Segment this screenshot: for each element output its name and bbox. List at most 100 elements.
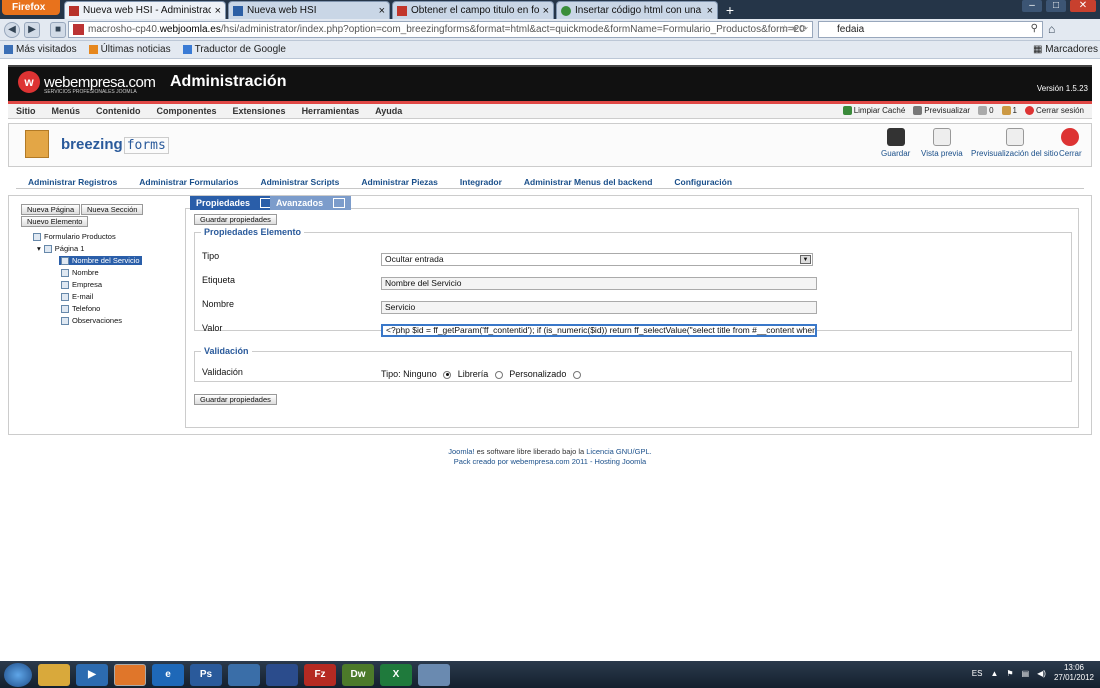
dreamweaver-icon[interactable]: Dw xyxy=(342,663,374,686)
bookmark-mas-visitados[interactable]: Más visitados xyxy=(4,44,77,55)
photoshop-icon[interactable]: Ps xyxy=(190,663,222,686)
firefox-menu-button[interactable]: Firefox xyxy=(2,0,60,15)
new-tab-button[interactable]: + xyxy=(720,1,740,19)
submenu-registros[interactable]: Administrar Registros xyxy=(28,177,117,187)
url-bar[interactable]: macrosho-cp40. webjoomla.es/hsi/administr… xyxy=(68,21,813,38)
etiqueta-input[interactable]: Nombre del Servicio xyxy=(381,277,817,290)
menu-ayuda[interactable]: Ayuda xyxy=(375,106,402,116)
webempresa-logo[interactable]: w webempresa.com SERVICIOS PROFESIONALES… xyxy=(18,71,156,95)
language-indicator[interactable]: ES xyxy=(972,669,983,678)
tree-form[interactable]: Formulario Productos xyxy=(33,232,116,241)
cerrar-sesion-link[interactable]: Cerrar sesión xyxy=(1024,106,1084,115)
licencia-link[interactable]: Licencia GNU/GPL. xyxy=(586,447,651,456)
media-player-icon[interactable]: ▶ xyxy=(76,663,108,686)
guardar-propiedades-button-bottom[interactable]: Guardar propiedades xyxy=(194,394,277,405)
messages-count[interactable]: 0 xyxy=(978,106,994,115)
menu-herramientas[interactable]: Herramientas xyxy=(302,106,360,116)
tree-item-observaciones[interactable]: Observaciones xyxy=(61,316,122,325)
firefox-icon[interactable] xyxy=(114,663,146,686)
nombre-input[interactable]: Servicio xyxy=(381,301,817,314)
clock[interactable]: 13:06 27/01/2012 xyxy=(1054,663,1094,683)
start-button-icon[interactable] xyxy=(4,662,32,687)
bookmark-star-icon[interactable]: ☆ ▾ ⟳ xyxy=(780,24,808,35)
menu-sitio[interactable]: Sitio xyxy=(16,106,36,116)
identity-icon[interactable]: ■ xyxy=(50,21,66,38)
limpiar-cache-link[interactable]: Limpiar Caché xyxy=(842,106,905,115)
guardar-button[interactable]: Guardar xyxy=(881,128,910,158)
close-window-icon[interactable]: ✕ xyxy=(1070,0,1096,12)
vista-previa-button[interactable]: Vista previa xyxy=(921,128,963,158)
webempresa-favicon-icon xyxy=(397,5,407,16)
forward-icon[interactable]: ▶ xyxy=(24,21,40,38)
nueva-seccion-button[interactable]: Nueva Sección xyxy=(81,204,144,215)
nuevo-elemento-button[interactable]: Nuevo Elemento xyxy=(21,216,89,227)
tree-item-nombre-servicio[interactable]: Nombre del Servicio xyxy=(59,256,142,265)
previsualizar-link[interactable]: Previsualizar xyxy=(913,106,970,115)
network-tray-icon[interactable]: ▤ xyxy=(1022,669,1030,678)
minimize-icon[interactable]: – xyxy=(1022,0,1042,12)
excel-icon[interactable]: X xyxy=(380,663,412,686)
tree-item-email[interactable]: E-mail xyxy=(61,292,93,301)
submenu-piezas[interactable]: Administrar Piezas xyxy=(361,177,438,187)
expand-icon[interactable]: ▾ xyxy=(37,244,41,253)
submenu-scripts[interactable]: Administrar Scripts xyxy=(260,177,339,187)
tree-item-telefono[interactable]: Telefono xyxy=(61,304,100,313)
users-count[interactable]: 1 xyxy=(1001,106,1017,115)
tab-insertar-codigo[interactable]: Insertar código html con una imagen... × xyxy=(556,1,718,19)
joomla-link[interactable]: Joomla! xyxy=(448,447,474,456)
maximize-icon[interactable]: □ xyxy=(1046,0,1066,12)
chevron-down-icon[interactable]: ▼ xyxy=(800,255,811,264)
submenu-integrador[interactable]: Integrador xyxy=(460,177,502,187)
close-tab-icon[interactable]: × xyxy=(707,5,713,17)
close-tab-icon[interactable]: × xyxy=(215,5,221,17)
submenu-configuracion[interactable]: Configuración xyxy=(674,177,732,187)
home-icon[interactable]: ⌂ xyxy=(1048,22,1055,36)
nombre-label: Nombre xyxy=(202,299,235,309)
app-icon[interactable] xyxy=(418,663,450,686)
cerrar-button[interactable]: Cerrar xyxy=(1059,128,1082,158)
radio-libreria[interactable] xyxy=(494,370,503,379)
url-path: /hsi/administrator/index.php?option=com_… xyxy=(220,24,805,35)
tree-page[interactable]: ▾ Página 1 xyxy=(37,244,84,253)
tray-arrow-icon[interactable]: ▲ xyxy=(990,669,998,678)
menu-contenido[interactable]: Contenido xyxy=(96,106,141,116)
bookmark-traductor[interactable]: Traductor de Google xyxy=(182,44,286,55)
close-icon xyxy=(1061,128,1080,146)
guardar-propiedades-button[interactable]: Guardar propiedades xyxy=(194,214,277,225)
tab-nueva-web[interactable]: Nueva web HSI × xyxy=(228,1,390,19)
submenu-formularios[interactable]: Administrar Formularios xyxy=(139,177,238,187)
remote-desktop-icon[interactable] xyxy=(266,663,298,686)
search-icon[interactable]: ⚲ xyxy=(1031,23,1038,34)
menu-extensiones[interactable]: Extensiones xyxy=(233,106,286,116)
tree-item-empresa[interactable]: Empresa xyxy=(61,280,102,289)
tree-item-nombre[interactable]: Nombre xyxy=(61,268,99,277)
valor-input[interactable]: <?php $id = ff_getParam('ff_contentid');… xyxy=(381,324,817,337)
tab-administracion[interactable]: Nueva web HSI - Administración × xyxy=(64,1,226,19)
bookmark-ultimas-noticias[interactable]: Últimas noticias xyxy=(88,44,171,55)
back-icon[interactable]: ◀ xyxy=(4,21,20,38)
menu-componentes[interactable]: Componentes xyxy=(157,106,217,116)
tab-obtener-campo[interactable]: Obtener el campo titulo en formulari... … xyxy=(392,1,554,19)
explorer-icon[interactable] xyxy=(38,663,70,686)
network-icon[interactable] xyxy=(228,663,260,686)
tipo-select[interactable]: Ocultar entrada ▼ xyxy=(381,253,813,266)
admin-header: w webempresa.com SERVICIOS PROFESIONALES… xyxy=(8,65,1092,101)
menu-menus[interactable]: Menús xyxy=(52,106,81,116)
volume-icon[interactable]: ◀) xyxy=(1037,669,1046,678)
search-input[interactable]: fedaia ⚲ xyxy=(818,21,1043,38)
bookmarks-menu[interactable]: ▦ Marcadores xyxy=(1033,44,1098,55)
pack-credit[interactable]: Pack creado por webempresa.com 2011 - Ho… xyxy=(0,457,1100,467)
close-tab-icon[interactable]: × xyxy=(379,5,385,17)
ie-icon[interactable]: e xyxy=(152,663,184,686)
previsualizacion-sitio-button[interactable]: Previsualización del sitio xyxy=(971,128,1058,158)
nueva-pagina-button[interactable]: Nueva Página xyxy=(21,204,81,215)
submenu-menus-backend[interactable]: Administrar Menus del backend xyxy=(524,177,652,187)
radio-ninguno[interactable] xyxy=(443,370,452,379)
flag-icon[interactable]: ⚑ xyxy=(1006,669,1013,678)
close-tab-icon[interactable]: × xyxy=(543,5,549,17)
filezilla-icon[interactable]: Fz xyxy=(304,663,336,686)
tab-propiedades[interactable]: Propiedades xyxy=(190,196,279,210)
radio-personalizado[interactable] xyxy=(572,370,581,379)
tab-avanzados[interactable]: Avanzados xyxy=(270,196,352,210)
props-legend: Propiedades Elemento xyxy=(204,227,302,237)
